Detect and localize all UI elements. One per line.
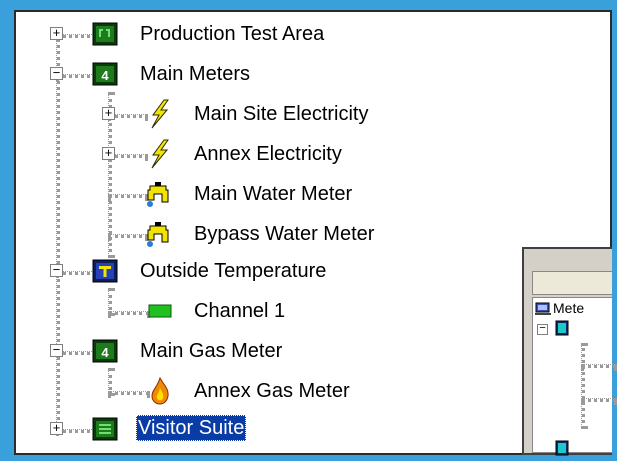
expand-toggle[interactable]: + — [50, 27, 63, 40]
meter-green-icon — [92, 21, 118, 47]
tree-node-label[interactable]: Outside Temperature — [138, 258, 328, 284]
secondary-window-tree[interactable]: Mete − — [532, 297, 617, 456]
tree-node-label[interactable]: Bypass Water Meter — [192, 221, 376, 247]
tree-node-label[interactable]: Annex Electricity — [192, 141, 344, 167]
tree-connector — [581, 398, 617, 402]
meter-blue-icon — [555, 320, 569, 341]
tree-connector — [108, 194, 148, 198]
tree-guide — [581, 343, 585, 429]
tree-node-label[interactable]: Annex Gas Meter — [192, 378, 352, 404]
tree-connector — [581, 364, 617, 368]
meter-digit-icon: 4 — [92, 61, 118, 87]
temperature-meter-icon — [92, 258, 118, 284]
tree-node-channel-1[interactable]: Channel 1 — [16, 292, 436, 330]
tree-node-main-water-meter[interactable]: Main Water Meter — [16, 175, 516, 213]
svg-text:4: 4 — [101, 68, 109, 83]
meter-digit-icon: 4 — [92, 338, 118, 364]
tree-node-annex-gas-meter[interactable]: Annex Gas Meter — [16, 372, 436, 410]
electricity-bolt-icon — [146, 99, 172, 129]
svg-text:4: 4 — [101, 345, 109, 360]
expand-toggle[interactable]: + — [102, 107, 115, 120]
tree-node-visitor-suite[interactable]: + Visitor Suite — [16, 410, 436, 448]
tree-node-label[interactable]: Main Gas Meter — [138, 338, 284, 364]
tree-node-production-test-area[interactable]: + Production Test Area — [16, 15, 416, 53]
secondary-window-header — [532, 271, 612, 295]
collapse-toggle[interactable]: − — [50, 67, 63, 80]
tree-connector — [108, 234, 148, 238]
secondary-tree-item-label[interactable]: Mete — [553, 300, 584, 316]
meter-blue-icon — [555, 440, 569, 461]
tree-node-label[interactable]: Main Site Electricity — [192, 101, 371, 127]
collapse-toggle[interactable]: − — [50, 264, 63, 277]
tree-node-main-meters[interactable]: − 4 Main Meters — [16, 55, 416, 93]
meter-green-icon — [92, 416, 118, 442]
tree-node-outside-temperature[interactable]: − Outside Temperature — [16, 252, 436, 290]
gas-flame-icon — [148, 376, 174, 405]
water-tap-icon — [144, 220, 170, 247]
tree-node-bypass-water-meter[interactable]: Bypass Water Meter — [16, 215, 516, 253]
tree-connector — [108, 391, 150, 395]
collapse-toggle[interactable]: − — [537, 324, 548, 335]
secondary-window[interactable]: Mete − — [522, 247, 617, 456]
collapse-toggle[interactable]: − — [50, 344, 63, 357]
expand-toggle[interactable]: + — [102, 147, 115, 160]
electricity-bolt-icon — [146, 139, 172, 169]
tree-node-main-site-electricity[interactable]: + Main Site Electricity — [16, 95, 516, 133]
tree-node-annex-electricity[interactable]: + Annex Electricity — [16, 135, 516, 173]
tree-node-label[interactable]: Main Water Meter — [192, 181, 354, 207]
tree-connector — [108, 311, 150, 315]
channel-green-icon — [148, 304, 172, 323]
water-tap-icon — [144, 180, 170, 207]
tree-node-label[interactable]: Channel 1 — [192, 298, 287, 324]
computer-icon — [535, 302, 551, 321]
tree-node-main-gas-meter[interactable]: − 4 Main Gas Meter — [16, 332, 436, 370]
tree-node-label[interactable]: Production Test Area — [138, 21, 326, 47]
expand-toggle[interactable]: + — [50, 422, 63, 435]
tree-node-label-selected[interactable]: Visitor Suite — [136, 415, 247, 441]
tree-node-label[interactable]: Main Meters — [138, 61, 252, 87]
